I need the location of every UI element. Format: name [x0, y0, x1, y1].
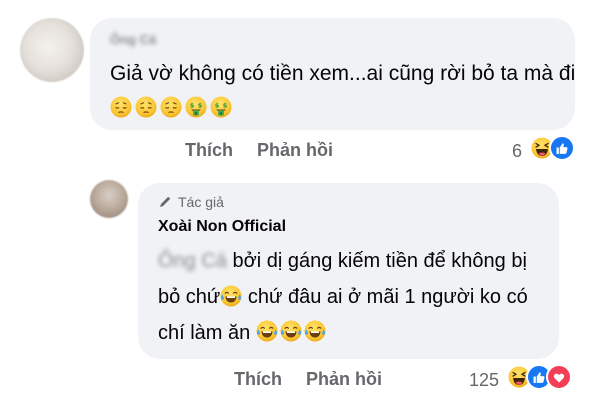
- money-mouth-face-icon: [185, 96, 207, 118]
- mention-tag[interactable]: Ông Cá: [158, 250, 227, 272]
- reaction-icons[interactable]: [506, 364, 572, 390]
- reply-author-name[interactable]: Xoài Non Official: [158, 218, 286, 236]
- like-reply-button[interactable]: Thích: [234, 369, 282, 390]
- reply-reply-button[interactable]: Phản hồi: [306, 369, 382, 390]
- like-reaction-icon: [549, 135, 575, 161]
- pen-icon: [160, 196, 171, 207]
- tears-of-joy-icon: [220, 285, 243, 307]
- author-badge-label: Tác giả: [178, 194, 224, 210]
- pensive-face-icon: [110, 96, 132, 118]
- reaction-count[interactable]: 6: [512, 141, 522, 162]
- like-comment-button[interactable]: Thích: [185, 140, 233, 161]
- replier-avatar[interactable]: [90, 180, 128, 218]
- love-reaction-icon: [546, 364, 572, 390]
- comment-author-name[interactable]: Ông Cá: [110, 32, 156, 47]
- comment-bubble: Ông Cá Giả vờ không có tiền xem...ai cũn…: [90, 18, 575, 130]
- pensive-face-icon: [135, 96, 157, 118]
- reaction-count[interactable]: 125: [469, 370, 499, 391]
- reply-text-line: chí làm ăn: [158, 322, 251, 344]
- author-badge: Tác giả: [158, 194, 224, 210]
- comment-emoji-row: [110, 96, 232, 118]
- reply-text-line: chứ đâu ai ở mãi 1 người ko có: [247, 286, 528, 308]
- tears-of-joy-icon: [303, 320, 326, 342]
- reply-bubble: Tác giả Xoài Non Official Ông Cá bởi dị …: [138, 183, 559, 359]
- commenter-avatar[interactable]: [20, 18, 84, 82]
- reply-comment-button[interactable]: Phản hồi: [257, 140, 333, 161]
- reply-text-line: bởi dị gáng kiếm tiền để không bị: [232, 250, 527, 272]
- reaction-icons[interactable]: [529, 135, 575, 161]
- tears-of-joy-icon: [255, 320, 278, 342]
- comment-text: Giả vờ không có tiền xem...ai cũng rời b…: [110, 62, 576, 85]
- reply-text: Ông Cá bởi dị gáng kiếm tiền để không bị…: [158, 243, 548, 351]
- reply-emoji-row: [255, 320, 326, 342]
- money-mouth-face-icon: [210, 96, 232, 118]
- tears-of-joy-icon: [279, 320, 302, 342]
- reply-text-line: bỏ chứ: [158, 286, 221, 308]
- pensive-face-icon: [160, 96, 182, 118]
